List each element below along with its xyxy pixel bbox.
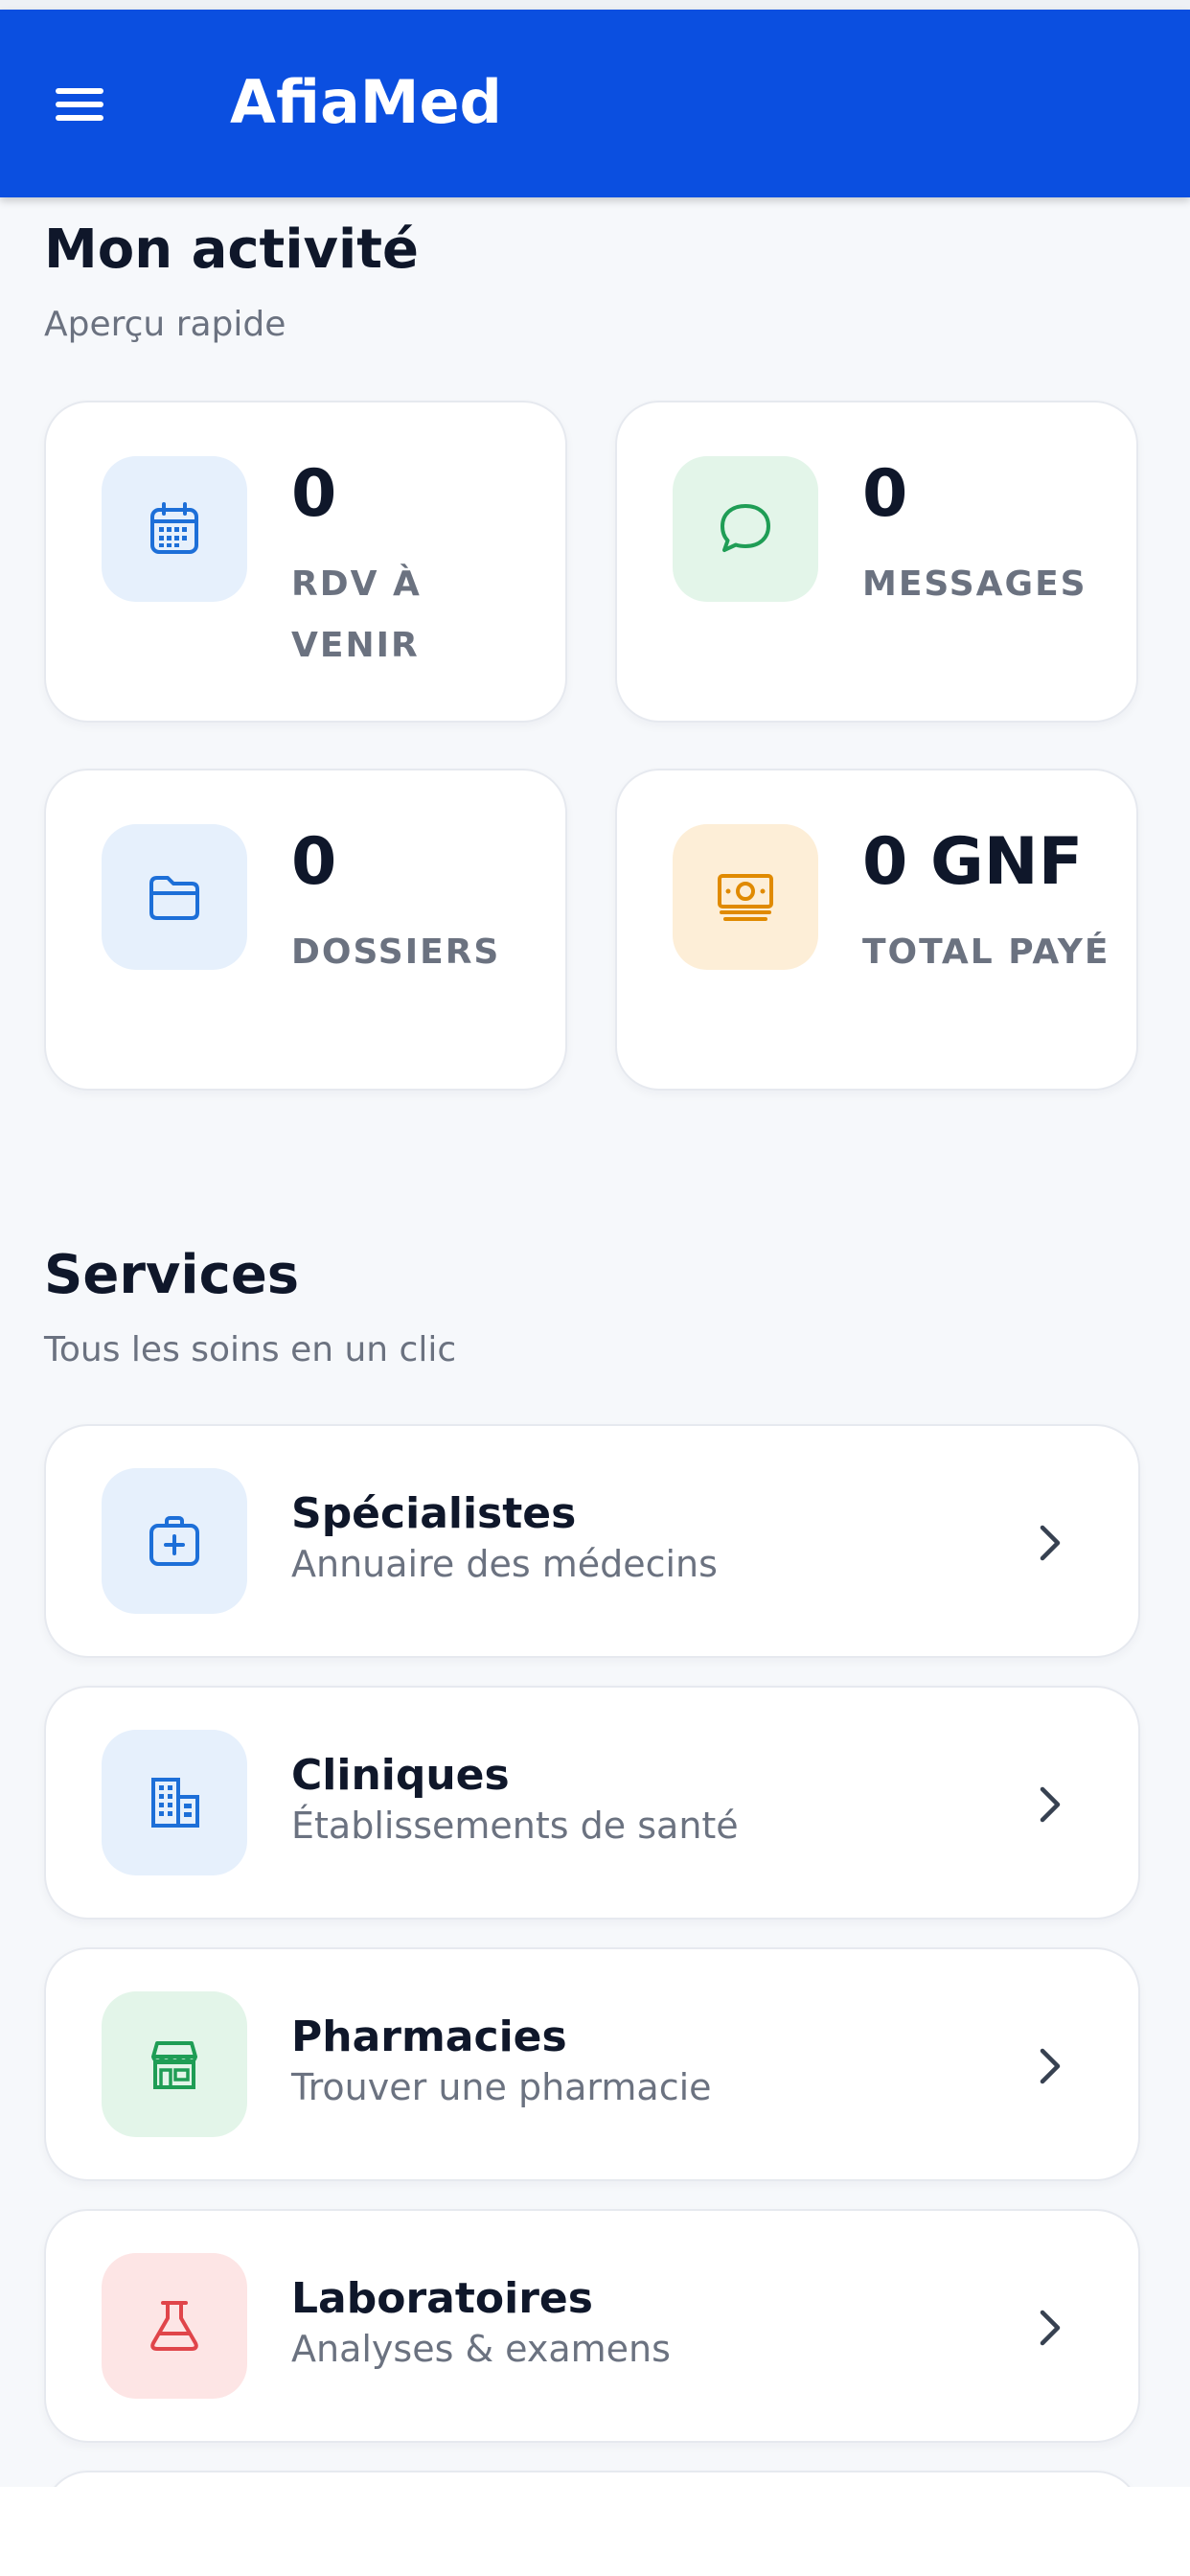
total-paid-label: TOTAL PAYÉ (862, 932, 1110, 972)
service-clinics[interactable]: Cliniques Établissements de santé (44, 1686, 1140, 1920)
service-laboratories[interactable]: Laboratoires Analyses & examens (44, 2209, 1140, 2443)
activity-title: Mon activité (44, 218, 419, 281)
service-title: Cliniques (291, 1751, 510, 1800)
service-subtitle: Établissements de santé (291, 1805, 739, 1847)
chevron-right-icon (1040, 1525, 1061, 1561)
app-screen: AfiaMed Mon activité Aperçu rapide 0 RDV… (0, 0, 1190, 2487)
status-strip (0, 0, 1190, 10)
stat-card-payments[interactable]: 0 GNF TOTAL PAYÉ (615, 769, 1138, 1091)
services-subtitle: Tous les soins en un clic (44, 1330, 457, 1369)
service-subtitle: Annuaire des médecins (291, 1543, 718, 1585)
messages-label: MESSAGES (862, 564, 1087, 604)
stat-card-records[interactable]: 0 DOSSIERS (44, 769, 567, 1091)
service-pharmacies[interactable]: Pharmacies Trouver une pharmacie (44, 1947, 1140, 2181)
appointments-label: RDV À VENIR (291, 564, 422, 665)
appointments-count: 0 (291, 456, 337, 532)
chat-bubble-icon (673, 456, 818, 602)
calendar-icon (102, 456, 247, 602)
app-title: AfiaMed (230, 67, 502, 137)
storefront-icon (102, 1991, 247, 2137)
service-title: Laboratoires (291, 2274, 593, 2323)
banknote-icon (673, 824, 818, 970)
service-title: Spécialistes (291, 1489, 577, 1538)
messages-count: 0 (862, 456, 908, 532)
records-count: 0 (291, 824, 337, 900)
service-subtitle: Analyses & examens (291, 2328, 671, 2370)
chevron-right-icon (1040, 1786, 1061, 1823)
stat-card-appointments[interactable]: 0 RDV À VENIR (44, 401, 567, 723)
flask-icon (102, 2253, 247, 2399)
medical-kit-icon (102, 1468, 247, 1614)
stat-card-messages[interactable]: 0 MESSAGES (615, 401, 1138, 723)
service-title: Pharmacies (291, 2012, 567, 2061)
service-card-partial[interactable] (44, 2471, 1140, 2487)
folder-icon (102, 824, 247, 970)
service-specialists[interactable]: Spécialistes Annuaire des médecins (44, 1424, 1140, 1658)
app-bar: AfiaMed (0, 10, 1190, 197)
chevron-right-icon (1040, 2048, 1061, 2084)
services-title: Services (44, 1244, 300, 1306)
building-icon (102, 1730, 247, 1875)
records-label: DOSSIERS (291, 932, 501, 972)
service-subtitle: Trouver une pharmacie (291, 2066, 712, 2108)
activity-subtitle: Aperçu rapide (44, 305, 286, 344)
total-paid-amount: 0 GNF (862, 824, 1084, 900)
hamburger-menu-icon[interactable] (48, 84, 117, 125)
chevron-right-icon (1040, 2310, 1061, 2346)
